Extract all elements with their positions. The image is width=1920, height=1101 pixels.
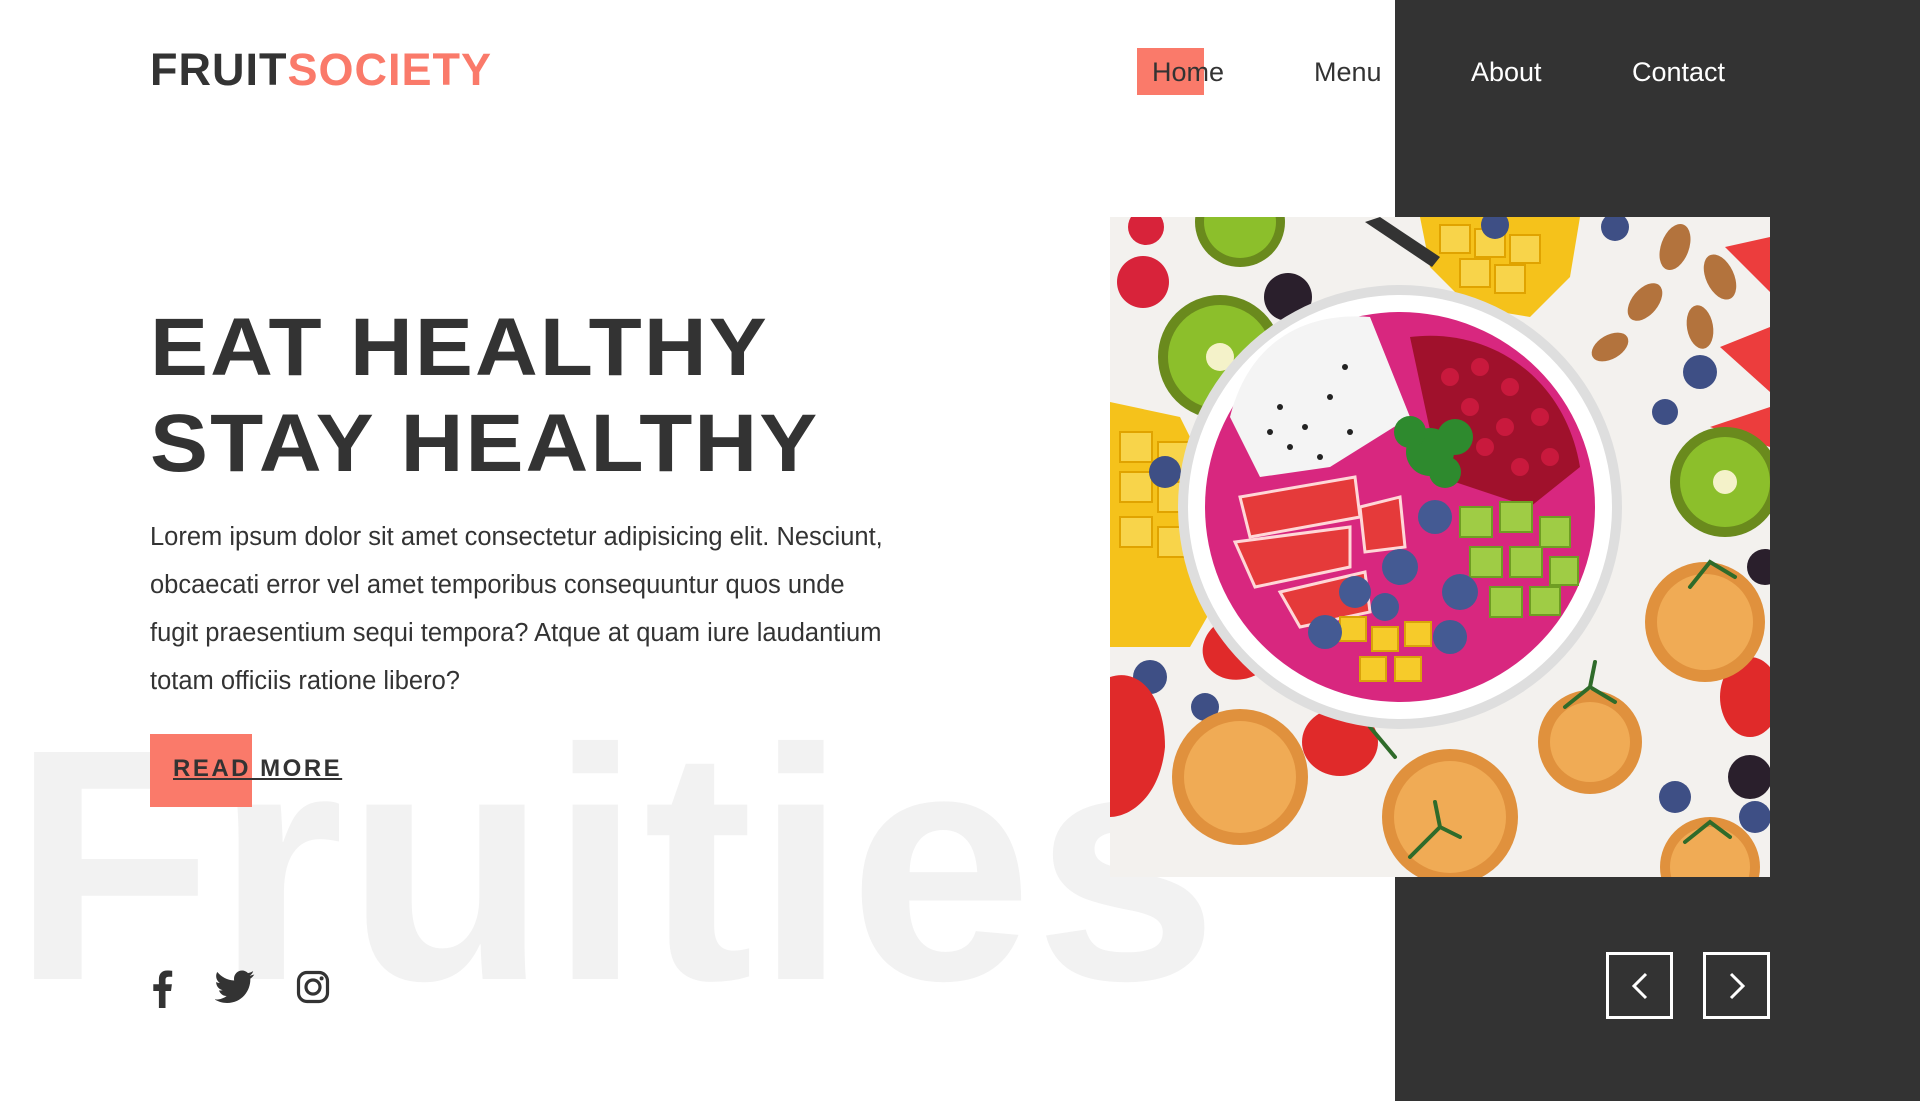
hero-headline: EAT HEALTHY STAY HEALTHY [150,300,817,492]
headline-line-2: STAY HEALTHY [150,398,820,489]
nav-contact[interactable]: Contact [1632,50,1725,95]
main-nav: Home Menu About Contact [0,50,1920,95]
carousel-prev-button[interactable] [1606,952,1673,1019]
hero-description: Lorem ipsum dolor sit amet consectetur a… [150,523,883,695]
chevron-left-icon [1631,972,1647,999]
nav-menu[interactable]: Menu [1314,50,1382,95]
headline-line-1: EAT HEALTHY [150,302,769,393]
fruit-bowl-image [1110,217,1770,877]
read-more-button[interactable]: READ MORE [173,755,342,783]
facebook-icon[interactable] [150,970,174,1008]
instagram-icon[interactable] [296,970,330,1004]
twitter-icon[interactable] [215,970,255,1004]
carousel-next-button[interactable] [1703,952,1770,1019]
chevron-right-icon [1729,972,1745,999]
nav-about[interactable]: About [1471,50,1542,95]
nav-home[interactable]: Home [1152,50,1224,95]
